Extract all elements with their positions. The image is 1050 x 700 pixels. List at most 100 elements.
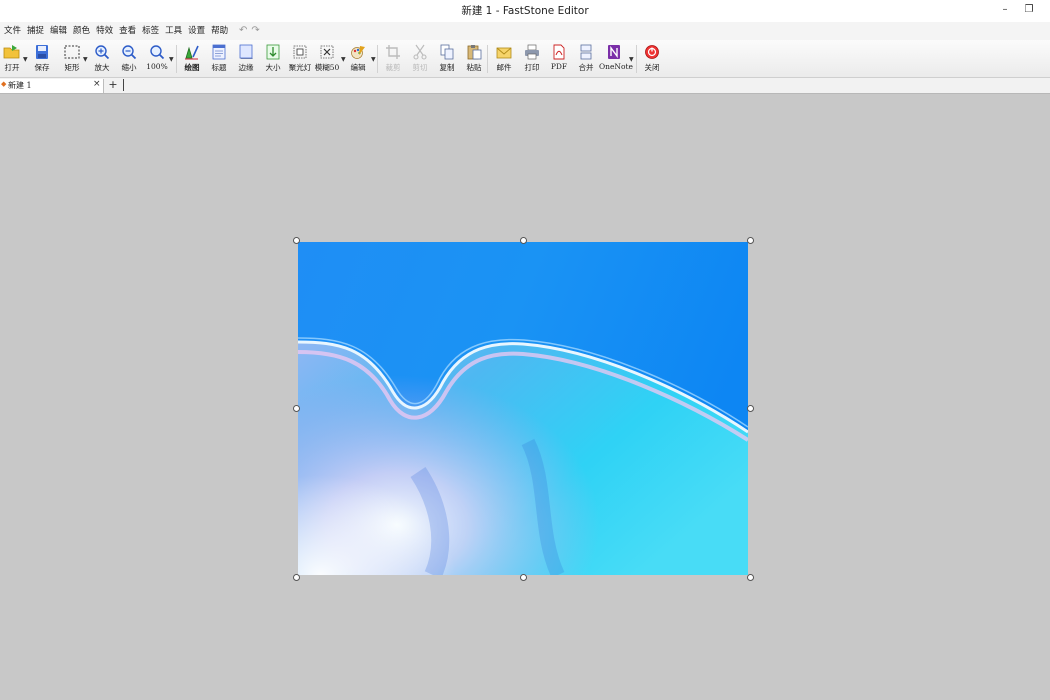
tab-close-icon[interactable]: × xyxy=(93,79,101,89)
tab-bar-divider xyxy=(123,79,124,91)
blur-label: 模糊50 xyxy=(314,63,340,72)
onenote-label: OneNote xyxy=(599,62,633,71)
onenote-dropdown-icon[interactable]: ▼ xyxy=(629,56,634,63)
menu-capture[interactable]: 捕捉 xyxy=(27,22,44,40)
title-bar: 新建 1 - FastStone Editor – ❐ xyxy=(0,0,1050,22)
zoom-in-button[interactable]: 放大 xyxy=(87,42,117,75)
paste-icon xyxy=(467,45,482,60)
redo-icon[interactable]: ↷ xyxy=(251,22,259,40)
restore-button[interactable]: ❐ xyxy=(1018,2,1040,18)
crop-icon xyxy=(386,45,400,59)
magnifier-icon xyxy=(150,45,165,60)
resize-handle-right[interactable] xyxy=(747,405,754,412)
edit-palette-icon xyxy=(351,46,365,59)
print-button[interactable]: 打印 xyxy=(517,42,547,75)
resize-button[interactable]: 大小 xyxy=(258,42,288,75)
tab-bar: ◆ 新建 1 × + xyxy=(0,78,1050,94)
resize-label: 大小 xyxy=(265,63,281,72)
copy-icon xyxy=(440,44,454,60)
modified-dot-icon: ◆ xyxy=(1,80,7,88)
resize-handle-left[interactable] xyxy=(293,405,300,412)
spotlight-label: 聚光灯 xyxy=(288,63,312,72)
onenote-button[interactable]: OneNote xyxy=(599,42,633,75)
menu-tools[interactable]: 工具 xyxy=(165,22,182,40)
spotlight-icon xyxy=(293,45,307,59)
resize-icon xyxy=(266,44,280,60)
crop-button[interactable]: 裁剪 xyxy=(378,42,408,75)
zoom-in-icon xyxy=(95,45,110,60)
spotlight-button[interactable]: 聚光灯 xyxy=(285,42,315,75)
menu-colors[interactable]: 颜色 xyxy=(73,22,90,40)
rectangle-label: 矩形 xyxy=(64,63,80,72)
blur-button[interactable]: 模糊50 xyxy=(312,42,342,75)
menu-view[interactable]: 查看 xyxy=(119,22,136,40)
resize-handle-bottom[interactable] xyxy=(520,574,527,581)
mail-icon xyxy=(496,47,512,59)
save-icon xyxy=(36,45,48,59)
scissors-icon xyxy=(413,44,427,60)
tab-new-1[interactable]: ◆ 新建 1 × xyxy=(0,79,104,93)
edit-button[interactable]: 编辑 xyxy=(343,42,373,75)
menu-bar: 文件 捕捉 编辑 颜色 特效 查看 标签 工具 设置 帮助 ↶ ↷ xyxy=(0,22,1050,40)
open-folder-icon xyxy=(3,45,20,59)
combine-button[interactable]: 合并 xyxy=(571,42,601,75)
combine-label: 合并 xyxy=(578,63,594,72)
zoom-out-icon xyxy=(122,45,137,60)
pdf-button[interactable]: PDF xyxy=(544,42,574,75)
caption-icon xyxy=(212,44,226,60)
crop-label: 裁剪 xyxy=(385,63,401,72)
print-label: 打印 xyxy=(524,63,540,72)
image-canvas[interactable] xyxy=(298,242,748,575)
resize-handle-top-right[interactable] xyxy=(747,237,754,244)
resize-handle-bottom-right[interactable] xyxy=(747,574,754,581)
menu-settings[interactable]: 设置 xyxy=(188,22,205,40)
printer-icon xyxy=(525,44,539,60)
power-close-icon xyxy=(645,45,659,59)
toolbar-separator xyxy=(487,45,488,73)
copy-label: 复制 xyxy=(439,63,455,72)
save-button[interactable]: 保存 xyxy=(27,42,57,75)
cut-button[interactable]: 剪切 xyxy=(405,42,435,75)
resize-handle-top-left[interactable] xyxy=(293,237,300,244)
edge-icon xyxy=(239,44,253,59)
zoom-out-label: 缩小 xyxy=(121,63,137,72)
resize-handle-top[interactable] xyxy=(520,237,527,244)
caption-label: 标题 xyxy=(211,63,227,72)
edge-button[interactable]: 边缘 xyxy=(231,42,261,75)
draw-pen-icon xyxy=(185,45,199,60)
menu-effects[interactable]: 特效 xyxy=(96,22,113,40)
menu-edit[interactable]: 编辑 xyxy=(50,22,67,40)
abstract-wallpaper-image xyxy=(298,242,748,575)
new-tab-button[interactable]: + xyxy=(106,78,120,92)
resize-handle-bottom-left[interactable] xyxy=(293,574,300,581)
undo-icon[interactable]: ↶ xyxy=(239,22,247,40)
pdf-icon xyxy=(553,44,565,60)
pdf-label: PDF xyxy=(550,62,568,71)
save-label: 保存 xyxy=(34,63,50,72)
caption-button[interactable]: 标题 xyxy=(204,42,234,75)
draw-label: 绘图 xyxy=(184,63,200,72)
menu-file[interactable]: 文件 xyxy=(4,22,21,40)
zoom-100-button[interactable]: 100% xyxy=(142,42,172,75)
paste-button[interactable]: 粘贴 xyxy=(459,42,489,75)
rectangle-select-icon xyxy=(64,45,80,59)
copy-button[interactable]: 复制 xyxy=(432,42,462,75)
minimize-button[interactable]: – xyxy=(994,2,1016,18)
edit-label: 编辑 xyxy=(350,63,366,72)
window-title: 新建 1 - FastStone Editor xyxy=(461,5,589,17)
tab-label: 新建 1 xyxy=(8,81,32,90)
onenote-icon xyxy=(608,45,620,59)
cut-label: 剪切 xyxy=(412,63,428,72)
zoom-dropdown-icon[interactable]: ▼ xyxy=(169,56,174,63)
zoom-100-label: 100% xyxy=(146,62,168,71)
toolbar: 打开 ▼ 保存 矩形 ▼ 放大 缩小 100% ▼ 绘图 标题 边缘 大小 聚光… xyxy=(0,40,1050,78)
menu-help[interactable]: 帮助 xyxy=(211,22,228,40)
edit-dropdown-icon[interactable]: ▼ xyxy=(371,56,376,63)
menu-tags[interactable]: 标签 xyxy=(142,22,159,40)
close-button[interactable]: 关闭 xyxy=(637,42,667,75)
combine-icon xyxy=(580,44,592,60)
zoom-out-button[interactable]: 缩小 xyxy=(114,42,144,75)
mail-button[interactable]: 邮件 xyxy=(489,42,519,75)
draw-button[interactable]: 绘图 xyxy=(177,42,207,75)
open-label: 打开 xyxy=(4,63,20,72)
